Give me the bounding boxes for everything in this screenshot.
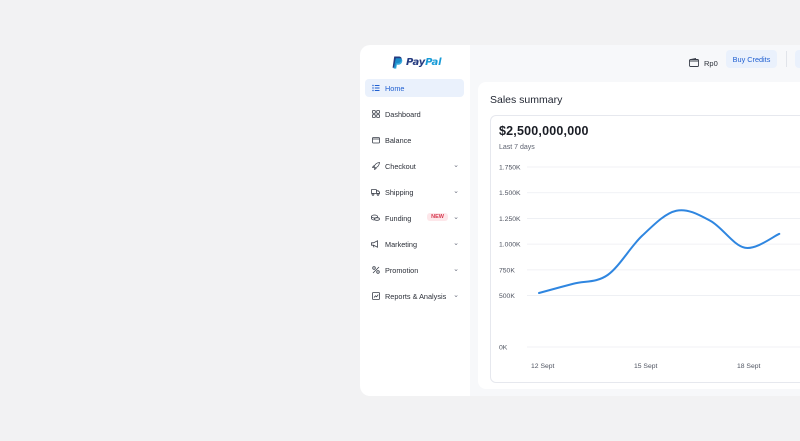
card-title: Sales summary bbox=[490, 94, 563, 106]
app-window: PayPal Home Dashboard Balance Checkout ⌄… bbox=[360, 45, 800, 396]
sidebar-item-checkout[interactable]: Checkout ⌄ bbox=[365, 157, 464, 175]
sales-chart-panel: $2,500,000,000 Last 7 days 1.750K 1.500K 1… bbox=[490, 115, 800, 383]
x-tick-label: 12 Sept bbox=[531, 363, 555, 370]
sidebar-item-label: Shipping bbox=[385, 187, 414, 197]
sidebar: PayPal Home Dashboard Balance Checkout ⌄… bbox=[360, 45, 470, 396]
megaphone-icon bbox=[371, 240, 380, 249]
top-bar: Rp0 Buy Credits ‹ bbox=[470, 45, 800, 75]
sidebar-nav: Home Dashboard Balance Checkout ⌄ Shippi… bbox=[365, 79, 464, 313]
sidebar-item-label: Funding bbox=[385, 213, 412, 223]
sidebar-item-home[interactable]: Home bbox=[365, 79, 464, 97]
wallet-balance[interactable]: Rp0 bbox=[689, 54, 718, 72]
y-tick-label: 1.750K bbox=[499, 165, 521, 172]
x-tick-label: 18 Sept bbox=[737, 363, 761, 370]
chevron-down-icon[interactable]: ⌄ bbox=[453, 291, 459, 299]
y-tick-label: 500K bbox=[499, 293, 515, 300]
chevron-down-icon[interactable]: ⌄ bbox=[453, 239, 459, 247]
y-tick-label: 1.500K bbox=[499, 190, 521, 197]
chevron-down-icon[interactable]: ⌄ bbox=[453, 161, 459, 169]
sidebar-item-funding[interactable]: Funding NEW ⌄ bbox=[365, 209, 464, 227]
list-icon bbox=[371, 84, 380, 93]
topbar-action-button[interactable]: ‹ bbox=[795, 50, 800, 68]
sidebar-item-shipping[interactable]: Shipping ⌄ bbox=[365, 183, 464, 201]
y-tick-label: 750K bbox=[499, 267, 515, 274]
truck-icon bbox=[371, 188, 380, 197]
chevron-down-icon[interactable]: ⌄ bbox=[453, 187, 459, 195]
wallet-icon bbox=[371, 136, 380, 145]
sidebar-item-reports[interactable]: Reports & Analysis ⌄ bbox=[365, 287, 464, 305]
new-badge: NEW bbox=[427, 213, 448, 221]
wallet-icon bbox=[689, 54, 699, 72]
topbar-divider bbox=[786, 51, 787, 67]
paypal-mark-icon bbox=[392, 56, 403, 69]
sidebar-item-label: Dashboard bbox=[385, 109, 421, 119]
y-tick-label: 1.000K bbox=[499, 242, 521, 249]
sidebar-item-label: Marketing bbox=[385, 239, 418, 249]
sales-summary-card: Sales summary $2,500,000,000 Last 7 days… bbox=[478, 82, 800, 389]
sidebar-item-balance[interactable]: Balance bbox=[365, 131, 464, 149]
sidebar-item-label: Promotion bbox=[385, 265, 419, 275]
x-tick-label: 15 Sept bbox=[634, 363, 658, 370]
sidebar-item-label: Home bbox=[385, 83, 405, 93]
rocket-icon bbox=[371, 162, 380, 171]
chevron-down-icon[interactable]: ⌄ bbox=[453, 265, 459, 273]
coins-icon bbox=[371, 214, 380, 223]
y-tick-label: 1.250K bbox=[499, 216, 521, 223]
sidebar-item-dashboard[interactable]: Dashboard bbox=[365, 105, 464, 123]
percent-icon bbox=[371, 266, 380, 275]
buy-credits-button[interactable]: Buy Credits bbox=[726, 50, 777, 68]
wallet-amount: Rp0 bbox=[704, 58, 718, 68]
y-tick-label: 0K bbox=[499, 345, 508, 352]
brand-name: PayPal bbox=[406, 56, 442, 68]
paypal-logo[interactable]: PayPal bbox=[392, 54, 442, 70]
sales-series-line bbox=[538, 209, 781, 294]
sales-line-chart: 1.750K 1.500K 1.250K 1.000K 750K 500K 0K 12 Sep… bbox=[499, 165, 800, 370]
chevron-down-icon[interactable]: ⌄ bbox=[453, 213, 459, 221]
sidebar-item-label: Checkout bbox=[385, 161, 416, 171]
grid-icon bbox=[371, 110, 380, 119]
sidebar-item-label: Balance bbox=[385, 135, 412, 145]
report-icon bbox=[371, 292, 380, 301]
sidebar-item-label: Reports & Analysis bbox=[385, 291, 447, 301]
sidebar-item-promotion[interactable]: Promotion ⌄ bbox=[365, 261, 464, 279]
sidebar-item-marketing[interactable]: Marketing ⌄ bbox=[365, 235, 464, 253]
